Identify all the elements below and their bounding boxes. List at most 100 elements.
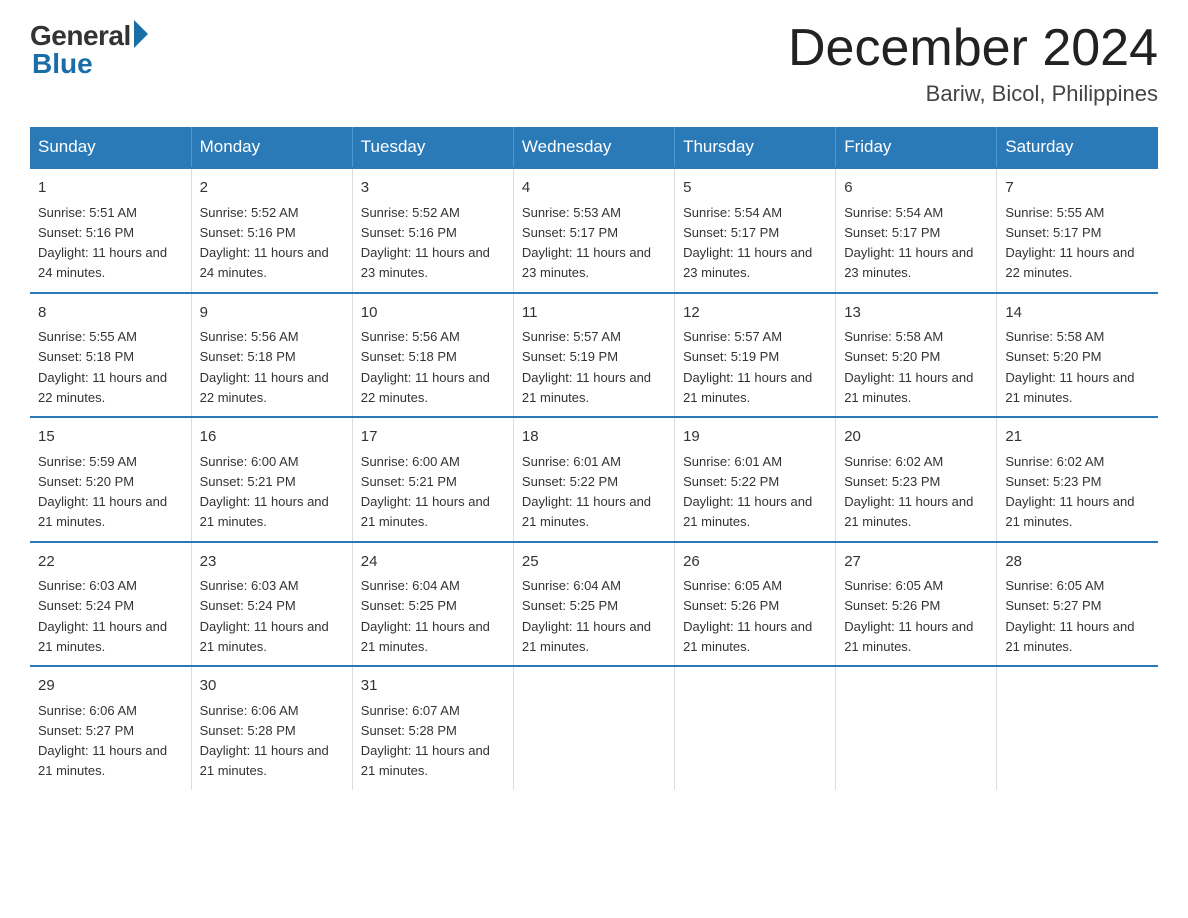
day-number: 14: [1005, 302, 1150, 325]
day-info: Sunrise: 6:05 AMSunset: 5:27 PMDaylight:…: [1005, 578, 1134, 654]
day-number: 3: [361, 177, 505, 200]
day-info: Sunrise: 6:02 AMSunset: 5:23 PMDaylight:…: [1005, 454, 1134, 530]
header-cell-friday: Friday: [836, 127, 997, 168]
day-number: 22: [38, 551, 183, 574]
day-number: 4: [522, 177, 666, 200]
day-number: 21: [1005, 426, 1150, 449]
day-info: Sunrise: 5:57 AMSunset: 5:19 PMDaylight:…: [522, 329, 651, 405]
calendar-cell: 23Sunrise: 6:03 AMSunset: 5:24 PMDayligh…: [191, 542, 352, 667]
day-number: 6: [844, 177, 988, 200]
day-info: Sunrise: 5:52 AMSunset: 5:16 PMDaylight:…: [361, 205, 490, 281]
calendar-cell: 18Sunrise: 6:01 AMSunset: 5:22 PMDayligh…: [513, 417, 674, 542]
day-info: Sunrise: 6:04 AMSunset: 5:25 PMDaylight:…: [361, 578, 490, 654]
calendar-cell: 20Sunrise: 6:02 AMSunset: 5:23 PMDayligh…: [836, 417, 997, 542]
page-header: General Blue December 2024 Bariw, Bicol,…: [30, 20, 1158, 107]
day-info: Sunrise: 5:59 AMSunset: 5:20 PMDaylight:…: [38, 454, 167, 530]
day-info: Sunrise: 5:53 AMSunset: 5:17 PMDaylight:…: [522, 205, 651, 281]
day-number: 1: [38, 177, 183, 200]
calendar-cell: [836, 666, 997, 790]
day-number: 19: [683, 426, 827, 449]
title-block: December 2024 Bariw, Bicol, Philippines: [788, 20, 1158, 107]
day-number: 30: [200, 675, 344, 698]
calendar-cell: [997, 666, 1158, 790]
calendar-cell: 17Sunrise: 6:00 AMSunset: 5:21 PMDayligh…: [352, 417, 513, 542]
day-number: 9: [200, 302, 344, 325]
calendar-cell: 1 Sunrise: 5:51 AMSunset: 5:16 PMDaylight…: [30, 168, 191, 293]
day-info: Sunrise: 6:03 AMSunset: 5:24 PMDaylight:…: [38, 578, 167, 654]
day-number: 26: [683, 551, 827, 574]
day-number: 27: [844, 551, 988, 574]
calendar-cell: 3 Sunrise: 5:52 AMSunset: 5:16 PMDaylight…: [352, 168, 513, 293]
day-info: Sunrise: 6:03 AMSunset: 5:24 PMDaylight:…: [200, 578, 329, 654]
calendar-cell: 15 Sunrise: 5:59 AMSunset: 5:20 PMDayligh…: [30, 417, 191, 542]
calendar-cell: 24 Sunrise: 6:04 AMSunset: 5:25 PMDayligh…: [352, 542, 513, 667]
day-number: 15: [38, 426, 183, 449]
day-info: Sunrise: 5:55 AMSunset: 5:18 PMDaylight:…: [38, 329, 167, 405]
calendar-cell: 27 Sunrise: 6:05 AMSunset: 5:26 PMDayligh…: [836, 542, 997, 667]
calendar-cell: 6 Sunrise: 5:54 AMSunset: 5:17 PMDaylight…: [836, 168, 997, 293]
week-row-5: 29 Sunrise: 6:06 AMSunset: 5:27 PMDayligh…: [30, 666, 1158, 790]
calendar-cell: 7 Sunrise: 5:55 AMSunset: 5:17 PMDaylight…: [997, 168, 1158, 293]
day-number: 10: [361, 302, 505, 325]
calendar-cell: 30 Sunrise: 6:06 AMSunset: 5:28 PMDayligh…: [191, 666, 352, 790]
calendar-cell: [513, 666, 674, 790]
calendar-cell: 5 Sunrise: 5:54 AMSunset: 5:17 PMDaylight…: [675, 168, 836, 293]
day-info: Sunrise: 6:01 AMSunset: 5:22 PMDaylight:…: [683, 454, 812, 530]
header-cell-sunday: Sunday: [30, 127, 191, 168]
day-number: 28: [1005, 551, 1150, 574]
day-number: 11: [522, 302, 666, 325]
day-info: Sunrise: 5:51 AMSunset: 5:16 PMDaylight:…: [38, 205, 167, 281]
day-info: Sunrise: 5:55 AMSunset: 5:17 PMDaylight:…: [1005, 205, 1134, 281]
day-number: 2: [200, 177, 344, 200]
day-info: Sunrise: 5:56 AMSunset: 5:18 PMDaylight:…: [200, 329, 329, 405]
day-info: Sunrise: 6:01 AMSunset: 5:22 PMDaylight:…: [522, 454, 651, 530]
day-info: Sunrise: 5:54 AMSunset: 5:17 PMDaylight:…: [844, 205, 973, 281]
day-info: Sunrise: 6:06 AMSunset: 5:27 PMDaylight:…: [38, 703, 167, 779]
day-number: 17: [361, 426, 505, 449]
header-cell-thursday: Thursday: [675, 127, 836, 168]
header-cell-saturday: Saturday: [997, 127, 1158, 168]
day-info: Sunrise: 5:56 AMSunset: 5:18 PMDaylight:…: [361, 329, 490, 405]
calendar-table: SundayMondayTuesdayWednesdayThursdayFrid…: [30, 127, 1158, 790]
day-info: Sunrise: 6:06 AMSunset: 5:28 PMDaylight:…: [200, 703, 329, 779]
day-number: 29: [38, 675, 183, 698]
day-number: 8: [38, 302, 183, 325]
day-number: 7: [1005, 177, 1150, 200]
day-info: Sunrise: 5:57 AMSunset: 5:19 PMDaylight:…: [683, 329, 812, 405]
day-number: 5: [683, 177, 827, 200]
week-row-1: 1 Sunrise: 5:51 AMSunset: 5:16 PMDaylight…: [30, 168, 1158, 293]
calendar-cell: 21 Sunrise: 6:02 AMSunset: 5:23 PMDayligh…: [997, 417, 1158, 542]
calendar-cell: 8 Sunrise: 5:55 AMSunset: 5:18 PMDaylight…: [30, 293, 191, 418]
header-cell-wednesday: Wednesday: [513, 127, 674, 168]
week-row-3: 15 Sunrise: 5:59 AMSunset: 5:20 PMDayligh…: [30, 417, 1158, 542]
logo: General Blue: [30, 20, 148, 80]
calendar-cell: 29 Sunrise: 6:06 AMSunset: 5:27 PMDayligh…: [30, 666, 191, 790]
day-info: Sunrise: 6:07 AMSunset: 5:28 PMDaylight:…: [361, 703, 490, 779]
logo-blue-text: Blue: [32, 48, 93, 80]
logo-triangle-icon: [134, 20, 148, 48]
day-info: Sunrise: 5:54 AMSunset: 5:17 PMDaylight:…: [683, 205, 812, 281]
day-info: Sunrise: 5:58 AMSunset: 5:20 PMDaylight:…: [1005, 329, 1134, 405]
calendar-cell: 9 Sunrise: 5:56 AMSunset: 5:18 PMDaylight…: [191, 293, 352, 418]
calendar-cell: 16Sunrise: 6:00 AMSunset: 5:21 PMDayligh…: [191, 417, 352, 542]
calendar-cell: [675, 666, 836, 790]
calendar-cell: 11 Sunrise: 5:57 AMSunset: 5:19 PMDayligh…: [513, 293, 674, 418]
calendar-cell: 22 Sunrise: 6:03 AMSunset: 5:24 PMDayligh…: [30, 542, 191, 667]
week-row-4: 22 Sunrise: 6:03 AMSunset: 5:24 PMDayligh…: [30, 542, 1158, 667]
day-info: Sunrise: 5:52 AMSunset: 5:16 PMDaylight:…: [200, 205, 329, 281]
day-number: 31: [361, 675, 505, 698]
day-number: 20: [844, 426, 988, 449]
header-cell-tuesday: Tuesday: [352, 127, 513, 168]
calendar-cell: 31 Sunrise: 6:07 AMSunset: 5:28 PMDayligh…: [352, 666, 513, 790]
calendar-cell: 2 Sunrise: 5:52 AMSunset: 5:16 PMDaylight…: [191, 168, 352, 293]
day-info: Sunrise: 6:04 AMSunset: 5:25 PMDaylight:…: [522, 578, 651, 654]
calendar-cell: 4 Sunrise: 5:53 AMSunset: 5:17 PMDaylight…: [513, 168, 674, 293]
day-info: Sunrise: 6:05 AMSunset: 5:26 PMDaylight:…: [844, 578, 973, 654]
calendar-cell: 25Sunrise: 6:04 AMSunset: 5:25 PMDayligh…: [513, 542, 674, 667]
day-number: 24: [361, 551, 505, 574]
day-number: 16: [200, 426, 344, 449]
subtitle: Bariw, Bicol, Philippines: [788, 81, 1158, 107]
main-title: December 2024: [788, 20, 1158, 77]
day-number: 12: [683, 302, 827, 325]
day-info: Sunrise: 6:05 AMSunset: 5:26 PMDaylight:…: [683, 578, 812, 654]
